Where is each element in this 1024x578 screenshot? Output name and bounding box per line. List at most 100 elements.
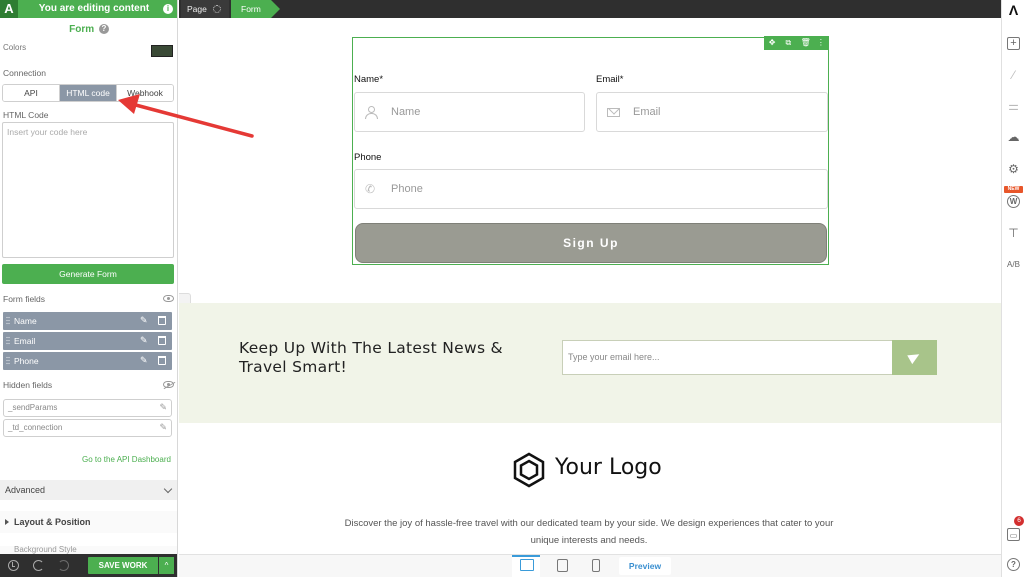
drag-handle-icon[interactable] [6, 356, 10, 366]
wordpress-icon[interactable]: W [1007, 195, 1020, 208]
inbox-icon[interactable]: ▭ [1007, 528, 1020, 541]
name-placeholder: Name [391, 106, 421, 118]
caret-right-icon [5, 519, 9, 525]
eye-off-icon[interactable] [163, 381, 174, 388]
redo-icon[interactable] [58, 560, 69, 571]
hexagon-logo-icon [513, 452, 545, 488]
notification-badge: 6 [1014, 516, 1024, 526]
trash-icon[interactable]: 🗑 [801, 39, 811, 47]
html-code-label: HTML Code [3, 110, 49, 120]
help-icon[interactable]: ? [98, 24, 109, 35]
newsletter-send-button[interactable] [892, 340, 937, 375]
history-icon[interactable] [8, 560, 19, 571]
undo-icon[interactable] [33, 560, 44, 571]
layout-position-label: Layout & Position [14, 517, 91, 527]
connection-option-html-code[interactable]: HTML code [60, 85, 117, 101]
breadcrumb-page[interactable]: Page [181, 0, 230, 18]
trash-icon[interactable] [158, 356, 166, 365]
gear-icon[interactable] [213, 5, 222, 13]
form-field-label: Name [14, 316, 37, 326]
move-icon[interactable]: ✥ [768, 39, 776, 47]
brand-logo-icon[interactable]: Λ [1007, 3, 1020, 17]
name-label: Name* [354, 74, 384, 85]
trash-icon[interactable] [158, 336, 166, 345]
newsletter-title: Keep Up With The Latest News & Travel Sm… [239, 339, 503, 376]
preview-button[interactable]: Preview [619, 557, 671, 575]
desktop-icon[interactable] [520, 559, 534, 571]
pencil-icon[interactable]: ✎ [140, 316, 149, 325]
sliders-icon[interactable]: ⚌ [1007, 100, 1020, 113]
editor-logo-icon[interactable]: A [0, 0, 18, 18]
advanced-label: Advanced [5, 485, 46, 495]
name-field[interactable]: Name [354, 92, 585, 132]
colors-label: Colors [3, 43, 27, 52]
hidden-field-row[interactable]: _sendParams ✎ [3, 399, 172, 417]
drag-handle-icon[interactable] [6, 316, 10, 326]
editor-left-panel: A You are editing content i Form ? Color… [0, 0, 178, 577]
duplicate-icon[interactable]: ⧉ [784, 39, 792, 47]
email-field[interactable]: Email [596, 92, 828, 132]
pencil-icon[interactable]: ✎ [159, 423, 167, 432]
ab-test-icon[interactable]: A/B [1007, 258, 1020, 271]
drag-handle-icon[interactable] [6, 336, 10, 346]
connection-label: Connection [3, 68, 47, 78]
person-icon [365, 106, 378, 119]
pencil-icon[interactable]: ✎ [140, 336, 149, 345]
tablet-icon[interactable] [557, 559, 568, 572]
device-preview-bar: Preview [179, 554, 1001, 578]
hidden-field-label: _td_connection [8, 423, 63, 432]
form-field-label: Email [14, 336, 36, 346]
form-field-label: Phone [14, 356, 39, 366]
newsletter-email-input[interactable]: Type your email here... [562, 340, 893, 375]
text-icon[interactable]: ⊤ [1007, 227, 1020, 240]
sign-up-button[interactable]: Sign Up [355, 223, 827, 263]
right-toolbar: Λ + ⁄ ⚌ ☁ ⚙ NEW W ⊤ A/B 6 ▭ ? [1001, 0, 1024, 577]
editing-banner-text: You are editing content [38, 3, 150, 14]
breadcrumb-page-label: Page [187, 4, 207, 14]
left-bottom-bar: SAVE WORK ^ [0, 554, 177, 577]
eye-icon[interactable] [163, 295, 174, 302]
form-field-row-phone[interactable]: Phone ✎ [3, 352, 172, 370]
cloud-icon[interactable]: ☁ [1007, 131, 1020, 144]
trash-icon[interactable] [158, 316, 166, 325]
html-code-textarea[interactable]: Insert your code here [2, 122, 174, 258]
hidden-field-row[interactable]: _td_connection ✎ [3, 419, 172, 437]
save-work-button[interactable]: SAVE WORK [88, 557, 158, 574]
pencil-icon[interactable]: ✎ [140, 356, 149, 365]
editing-banner: A You are editing content i [0, 0, 177, 18]
email-placeholder: Email [633, 106, 661, 118]
layout-position-section-header[interactable]: Layout & Position [0, 511, 177, 533]
pencil-icon[interactable]: ✎ [159, 403, 167, 412]
hidden-fields-label: Hidden fields [3, 380, 53, 390]
advanced-section-header[interactable]: Advanced [0, 480, 177, 500]
generate-form-button[interactable]: Generate Form [2, 264, 174, 284]
mail-icon [607, 108, 620, 117]
phone-field[interactable]: ✆ Phone [354, 169, 828, 209]
info-icon[interactable]: i [163, 4, 173, 14]
phone-label: Phone [354, 152, 382, 163]
phone-placeholder: Phone [391, 183, 423, 195]
chevron-down-icon [163, 484, 173, 494]
panel-title-row: Form ? [0, 24, 177, 40]
mobile-icon[interactable] [592, 559, 600, 572]
form-element[interactable]: ✥ ⧉ 🗑 ⋮ Name* Name Email* Email Phone ✆ … [352, 36, 829, 265]
save-options-button[interactable]: ^ [159, 557, 174, 574]
email-label: Email* [596, 74, 624, 85]
background-style-section-header[interactable]: Background Style [0, 546, 177, 554]
breadcrumb-form[interactable]: Form [231, 0, 280, 18]
help-icon[interactable]: ? [1007, 558, 1020, 571]
colors-swatch[interactable] [151, 45, 173, 57]
breadcrumb-bar: Page Form [179, 0, 1001, 18]
connection-option-webhook[interactable]: Webhook [117, 85, 173, 101]
api-dashboard-link[interactable]: Go to the API Dashboard [82, 455, 171, 464]
hidden-field-label: _sendParams [8, 403, 58, 412]
connection-selector: API HTML code Webhook [2, 84, 174, 102]
form-field-row-email[interactable]: Email ✎ [3, 332, 172, 350]
form-field-row-name[interactable]: Name ✎ [3, 312, 172, 330]
connection-option-api[interactable]: API [3, 85, 60, 101]
more-options-icon[interactable]: ⋮ [817, 39, 825, 47]
link-icon[interactable]: ⁄ [1007, 69, 1020, 82]
gear-icon[interactable]: ⚙ [1007, 163, 1020, 176]
add-element-icon[interactable]: + [1007, 37, 1020, 50]
newsletter-section: Keep Up With The Latest News & Travel Sm… [179, 303, 1001, 423]
